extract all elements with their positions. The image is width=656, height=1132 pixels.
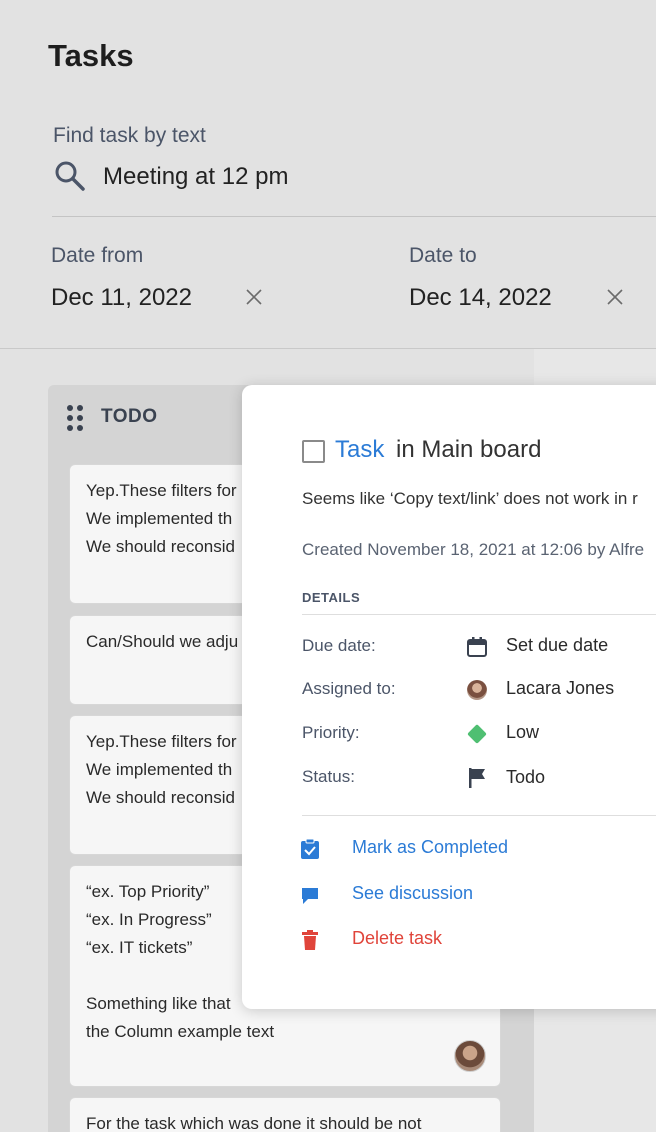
actions-divider (302, 815, 656, 816)
priority-value[interactable]: Low (506, 722, 539, 743)
clear-date-to-icon[interactable] (606, 288, 624, 306)
search-underline (52, 216, 656, 217)
search-input[interactable]: Meeting at 12 pm (103, 163, 288, 191)
page-title: Tasks (48, 38, 134, 73)
clipboard-check-icon (301, 838, 319, 859)
calendar-icon (467, 637, 487, 657)
set-due-date-button[interactable]: Set due date (506, 635, 608, 656)
chat-bubble-icon (302, 888, 318, 904)
mark-completed-button[interactable]: Mark as Completed (352, 837, 508, 858)
details-divider (302, 614, 656, 615)
task-board-label: in Main board (396, 436, 542, 463)
assigned-to-label: Assigned to: (302, 679, 396, 698)
delete-task-button[interactable]: Delete task (352, 928, 442, 949)
task-created-meta: Created November 18, 2021 at 12:06 by Al… (302, 540, 645, 559)
due-date-label: Due date: (302, 636, 376, 655)
card-text-line: the Column example text (86, 1022, 275, 1041)
date-to-field[interactable]: Dec 14, 2022 (409, 284, 552, 312)
task-card[interactable]: For the task which was done it should be… (69, 1097, 501, 1132)
status-label: Status: (302, 767, 355, 786)
search-icon (55, 161, 85, 191)
date-from-label: Date from (51, 244, 144, 267)
search-label: Find task by text (53, 124, 206, 147)
flag-icon (469, 768, 485, 788)
priority-diamond-icon (467, 724, 487, 744)
task-type-link[interactable]: Task (335, 436, 384, 464)
clear-date-from-icon[interactable] (245, 288, 263, 306)
drag-handle-icon[interactable] (66, 404, 84, 432)
priority-label: Priority: (302, 723, 360, 742)
assignee-name[interactable]: Lacara Jones (506, 678, 614, 699)
details-section-title: DETAILS (302, 590, 361, 605)
status-value[interactable]: Todo (506, 767, 545, 788)
avatar (467, 680, 487, 700)
complete-checkbox[interactable] (302, 440, 325, 463)
assignee-avatar[interactable] (454, 1040, 486, 1072)
task-detail-popover: Task in Main board Seems like ‘Copy text… (242, 385, 656, 1009)
date-to-label: Date to (409, 244, 477, 267)
see-discussion-button[interactable]: See discussion (352, 883, 473, 904)
trash-icon (302, 930, 318, 950)
filter-header: Tasks Find task by text Meeting at 12 pm… (0, 0, 656, 349)
task-description: Seems like ‘Copy text/link’ does not wor… (302, 489, 638, 508)
column-title: TODO (101, 406, 158, 427)
card-text-line: For the task which was done it should be… (86, 1114, 422, 1132)
date-from-field[interactable]: Dec 11, 2022 (51, 284, 192, 312)
